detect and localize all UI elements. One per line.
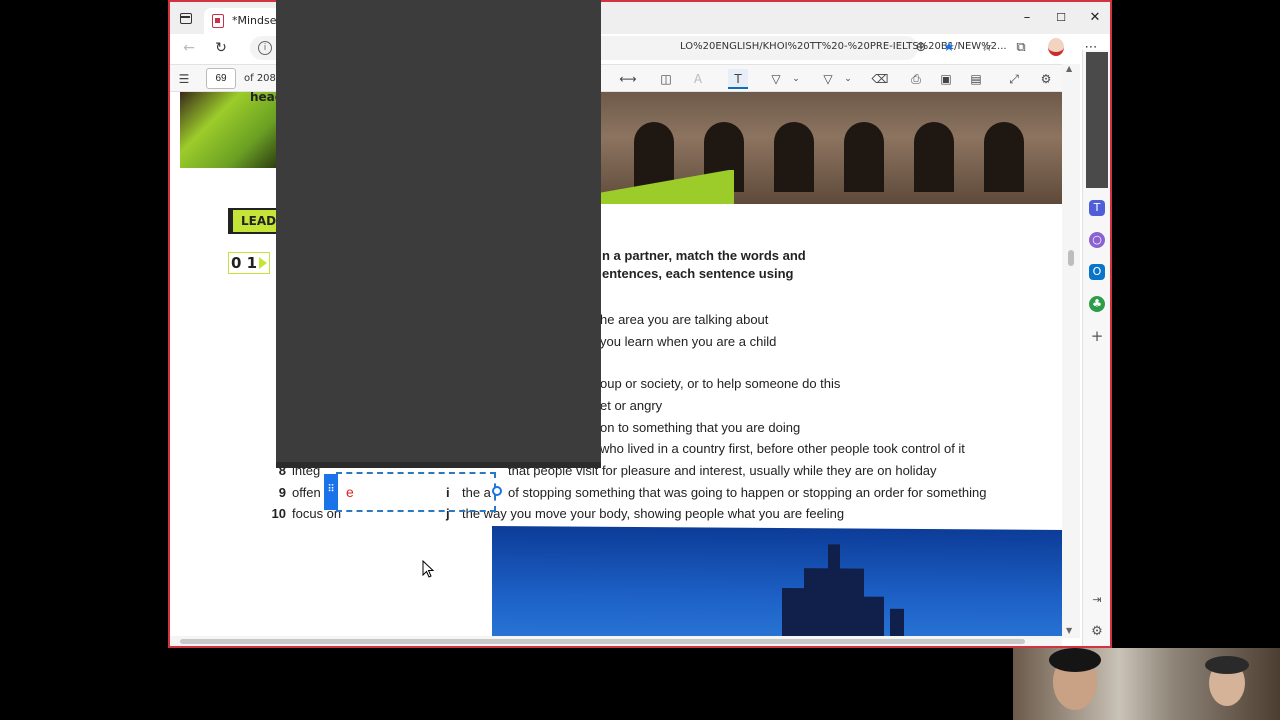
overlay-panel — [276, 0, 601, 468]
exercise-number-badge: 0 1 — [228, 252, 270, 274]
definition-line: on to something that you are doing — [600, 420, 801, 435]
favorites-icon[interactable]: ☆ — [976, 38, 998, 58]
item-number: 10 — [271, 506, 286, 521]
contents-icon[interactable]: ☰ — [174, 69, 194, 89]
close-button[interactable]: ✕ — [1080, 8, 1110, 28]
definition-line: you learn when you are a child — [600, 334, 777, 349]
tab-manager-icon[interactable] — [180, 13, 192, 24]
copilot-icon[interactable]: ○ — [1089, 232, 1105, 248]
teams-icon[interactable]: T — [1089, 200, 1105, 216]
add-icon[interactable]: + — [1089, 328, 1105, 344]
text-box-selection[interactable] — [336, 472, 496, 512]
profile-avatar[interactable] — [1048, 38, 1064, 56]
definition-line: of stopping something that was going to … — [508, 485, 987, 500]
zoom-icon[interactable]: ⊕ — [910, 38, 932, 58]
save-as-icon[interactable]: ▤ — [966, 69, 986, 89]
erase-icon[interactable]: ⌫ — [870, 69, 890, 89]
definition-line: he area you are talking about — [600, 312, 769, 327]
castle-image — [492, 525, 1065, 638]
definition-line: et or angry — [600, 398, 663, 413]
webcam-feed — [1013, 648, 1280, 720]
resize-handle-icon[interactable] — [492, 486, 502, 496]
screen: *Mindset fo – ☐ ✕ ← ↻ i LO%20ENGLISH/KHO… — [0, 0, 1280, 720]
page-number-input[interactable] — [206, 68, 236, 89]
chevron-down-icon[interactable]: ⌄ — [838, 69, 858, 89]
definition-line: oup or society, or to help someone do th… — [600, 376, 841, 391]
instruction-line-1: n a partner, match the words and — [602, 248, 806, 263]
minimize-button[interactable]: – — [1012, 8, 1042, 28]
browser-tab[interactable]: *Mindset fo — [204, 8, 284, 34]
definition-line: who lived in a country first, before oth… — [600, 441, 965, 456]
chevron-down-icon[interactable]: ⌄ — [786, 69, 806, 89]
answer-text-input[interactable]: e — [346, 484, 354, 500]
colosseum-image — [594, 92, 1065, 204]
outlook-icon[interactable]: O — [1089, 264, 1105, 280]
header-image-left: head — [180, 92, 283, 168]
vertical-scrollbar[interactable]: ▲ ▼ — [1062, 64, 1080, 638]
maximize-button[interactable]: ☐ — [1046, 8, 1076, 28]
sidebar-settings-icon[interactable]: ⚙ — [1089, 624, 1105, 640]
pdf-icon — [212, 14, 224, 28]
draw-icon[interactable]: ▽ — [766, 69, 786, 89]
settings-icon[interactable]: ⚙ — [1036, 69, 1056, 89]
highlight-icon[interactable]: ▽ — [818, 69, 838, 89]
collections-icon[interactable]: ⧉ — [1010, 38, 1032, 58]
save-icon[interactable]: ▣ — [936, 69, 956, 89]
fullscreen-icon[interactable]: ⤢ — [1004, 69, 1024, 89]
item-word: offen — [292, 485, 321, 500]
mouse-cursor-icon — [422, 560, 435, 578]
page-view-icon[interactable]: ◫ — [656, 69, 676, 89]
scroll-down-icon[interactable]: ▼ — [1066, 626, 1072, 635]
info-icon[interactable]: i — [258, 41, 272, 55]
horizontal-scrollbar[interactable] — [170, 636, 1062, 646]
sidebar-panel — [1086, 52, 1108, 188]
sidebar-collapse-icon[interactable]: ⇥ — [1089, 592, 1105, 608]
back-icon[interactable]: ← — [178, 38, 200, 58]
read-aloud-icon[interactable]: A — [688, 69, 708, 89]
add-text-icon[interactable]: T — [728, 69, 748, 89]
print-icon[interactable]: ⎙ — [906, 69, 926, 89]
games-icon[interactable]: ♣ — [1089, 296, 1105, 312]
scroll-up-icon[interactable]: ▲ — [1066, 64, 1072, 73]
fit-width-icon[interactable]: ⟷ — [618, 69, 638, 89]
favorite-star-icon[interactable]: ★ — [938, 38, 960, 58]
refresh-icon[interactable]: ↻ — [210, 38, 232, 58]
drag-handle-icon[interactable]: ⠿ — [324, 474, 338, 510]
definition-line: the way you move your body, showing peop… — [462, 506, 845, 521]
item-number: 9 — [278, 485, 286, 500]
instruction-line-2: entences, each sentence using — [602, 266, 794, 281]
scroll-thumb[interactable] — [1068, 250, 1074, 266]
scroll-thumb[interactable] — [180, 639, 1025, 644]
page-total: of 208 — [244, 73, 276, 84]
